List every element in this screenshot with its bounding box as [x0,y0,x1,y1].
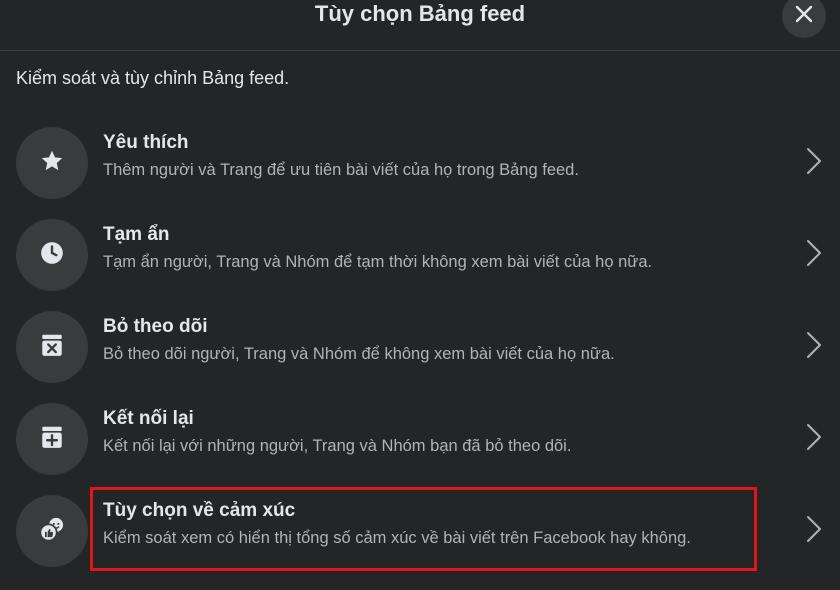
reconnect-icon [39,424,65,455]
chevron-right-icon [806,331,822,364]
chevron-right-icon [806,147,822,180]
reaction-preferences-item[interactable]: Tùy chọn về cảm xúc Kiểm soát xem có hiể… [0,485,840,577]
reactions-icon [38,515,66,548]
snooze-icon-circle [16,219,88,291]
reaction-preferences-label: Tùy chọn về cảm xúc [103,500,296,521]
close-button[interactable] [782,0,826,38]
star-icon [39,148,65,179]
reaction-preferences-icon-circle [16,495,88,567]
snooze-label: Tạm ẩn [103,224,170,245]
chevron-right-icon [806,423,822,456]
close-icon [795,5,813,28]
feed-preferences-dialog: Tùy chọn Bảng feed Kiểm soát và tùy chỉn… [0,0,840,590]
dialog-subtitle: Kiểm soát và tùy chỉnh Bảng feed. [16,68,290,88]
reaction-preferences-description: Kiểm soát xem có hiển thị tổng số cảm xú… [103,529,691,547]
unfollow-description: Bỏ theo dõi người, Trang và Nhóm để khôn… [103,345,615,363]
reconnect-item[interactable]: Kết nối lại Kết nối lại với những người,… [0,393,840,485]
snooze-description: Tạm ẩn người, Trang và Nhóm để tạm thời … [103,253,653,271]
chevron-right-icon [806,239,822,272]
unfollow-item[interactable]: Bỏ theo dõi Bỏ theo dõi người, Trang và … [0,301,840,393]
favorites-icon-circle [16,127,88,199]
chevron-right-icon [806,515,822,548]
favorites-label: Yêu thích [103,132,189,153]
dialog-header: Tùy chọn Bảng feed [0,0,840,51]
reconnect-description: Kết nối lại với những người, Trang và Nh… [103,437,572,455]
reconnect-label: Kết nối lại [103,408,194,429]
reconnect-icon-circle [16,403,88,475]
dialog-title: Tùy chọn Bảng feed [314,1,526,26]
unfollow-label: Bỏ theo dõi [103,316,208,337]
snooze-item[interactable]: Tạm ẩn Tạm ẩn người, Trang và Nhóm để tạ… [0,209,840,301]
favorites-item[interactable]: Yêu thích Thêm người và Trang để ưu tiên… [0,117,840,209]
clock-icon [39,240,65,271]
unfollow-icon [39,332,65,363]
favorites-description: Thêm người và Trang để ưu tiên bài viết … [103,161,579,179]
unfollow-icon-circle [16,311,88,383]
